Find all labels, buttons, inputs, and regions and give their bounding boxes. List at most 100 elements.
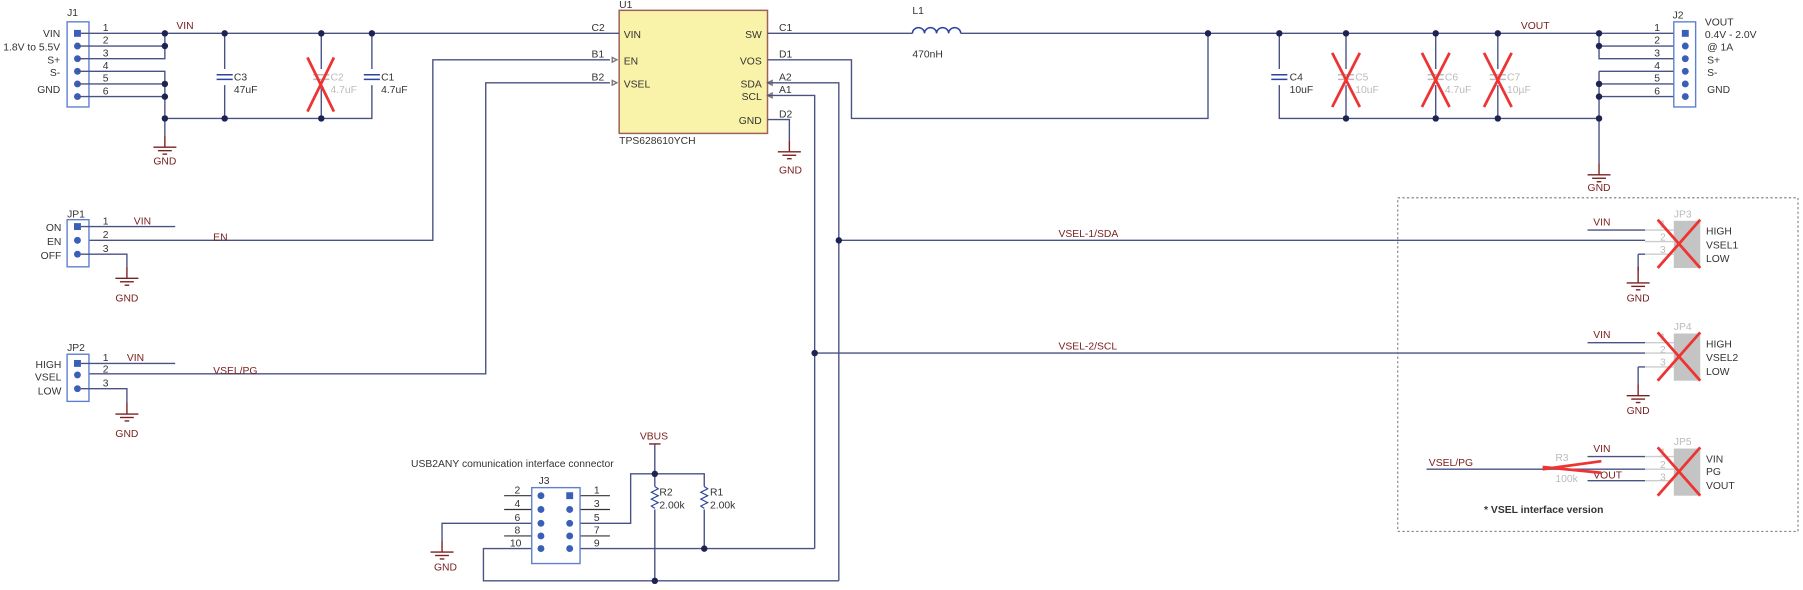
value: 10µF [1507, 85, 1531, 96]
net-label-gnd: GND [779, 166, 802, 177]
inductor-ref: L1 [912, 6, 924, 17]
part-number: TPS628610YCH [619, 136, 695, 147]
connector-j3: J3 2 4 6 8 10 1 3 5 7 9 [510, 476, 600, 565]
pin-number: A1 [779, 85, 792, 96]
inductor-l1 [911, 26, 962, 34]
jumper-jp2[interactable]: JP2 HIGH VSEL LOW 1 2 3 [35, 343, 109, 403]
pin-label: VSEL2 [1706, 353, 1738, 364]
net-label-gnd: GND [1627, 406, 1650, 417]
net-label-gnd: GND [153, 156, 176, 167]
ref: C7 [1507, 73, 1520, 84]
pin-label: VSEL [35, 373, 62, 384]
pin-number: 3 [1660, 473, 1666, 484]
net-label-gnd: GND [434, 562, 457, 573]
pin-number: C1 [779, 23, 792, 34]
pin-label: PG [1706, 467, 1721, 478]
pin-label: VIN [43, 29, 60, 40]
ref-label: R2 [659, 488, 672, 499]
ground-symbol [429, 539, 455, 560]
ground-symbol [1586, 162, 1612, 183]
pin-label: S+ [47, 55, 60, 66]
pin-label: 0.4V - 2.0V [1705, 30, 1757, 41]
capacitor-c1-value: 4.7uF [381, 85, 407, 96]
pin-number: D1 [779, 50, 792, 61]
pin-number: B2 [592, 73, 605, 84]
pin-label: LOW [38, 386, 62, 397]
value: 10uF [1355, 85, 1379, 96]
net-label-vin: VIN [1593, 217, 1610, 228]
pin-number: 2 [1660, 232, 1666, 243]
pin-name: VIN [624, 30, 641, 41]
pin-label: VOUT [1705, 17, 1734, 28]
net-label-vin: VIN [127, 353, 144, 364]
capacitor-c4-value: 10uF [1290, 85, 1314, 96]
pin-name: GND [739, 116, 762, 127]
pin-number: 1 [103, 23, 109, 34]
pin-number: 2 [103, 36, 109, 47]
net-label-vsel1-sda: VSEL-1/SDA [1058, 229, 1118, 240]
ref: C6 [1445, 73, 1458, 84]
net-label-vsel-pg: VSEL/PG [1429, 458, 1473, 469]
ground-symbol [114, 401, 140, 422]
net-label-vout: VOUT [1521, 21, 1550, 32]
pin-label: S- [50, 68, 60, 79]
pin-label: OFF [41, 251, 62, 262]
ground-symbol [114, 266, 140, 286]
jumper-jp5: JP5 1 2 3 VIN PG VOUT [1645, 437, 1735, 497]
net-label-en: EN [213, 232, 227, 243]
net-label-gnd: GND [1588, 183, 1611, 194]
ground-symbol [152, 135, 178, 155]
pin-number: 2 [103, 365, 109, 376]
net-label-vin: VIN [1593, 444, 1610, 455]
capacitor-c2-ref: C2 [330, 73, 343, 84]
pin-number: 6 [514, 513, 520, 524]
pin-label: VOUT [1706, 481, 1735, 492]
capacitor-c4-ref: C4 [1290, 73, 1303, 84]
capacitor-c7: C7 10µF [1482, 52, 1531, 108]
note-text: * VSEL interface version [1484, 505, 1603, 516]
jumper-jp3: JP3 1 2 3 HIGH VSEL1 LOW [1645, 209, 1738, 269]
pin-label: HIGH [1706, 227, 1732, 238]
pin-label: LOW [1706, 254, 1730, 265]
jumper-jp1[interactable]: JP1 ON EN OFF 1 2 3 [41, 209, 109, 268]
pin-label: ON [46, 223, 62, 234]
pin-number: C2 [592, 23, 605, 34]
pin-number: 3 [1660, 245, 1666, 256]
connector-j1: J1 1 2 3 4 5 6 VIN 1.8V to 5.5V S+ S- GN… [3, 8, 109, 108]
capacitor-c3-ref: C3 [234, 73, 247, 84]
pin-name: VOS [740, 56, 762, 67]
ref: C5 [1355, 73, 1368, 84]
pin-number: A2 [779, 73, 792, 84]
pin-number: 2 [1660, 460, 1666, 471]
pin-number: 4 [514, 499, 520, 510]
pin-label: S+ [1707, 55, 1720, 66]
pin-number: 6 [1654, 86, 1660, 97]
net-label-vbus: VBUS [640, 431, 668, 442]
pin-number: 2 [1660, 345, 1666, 356]
ref-label: R1 [710, 488, 723, 499]
jumper-jp4: JP4 1 2 3 HIGH VSEL2 LOW [1645, 322, 1738, 382]
net-label-vin: VIN [134, 216, 151, 227]
capacitor-c1-ref: C1 [381, 73, 394, 84]
pin-number: 3 [1654, 48, 1660, 59]
pin-label: HIGH [1706, 339, 1732, 350]
pin-number: 3 [103, 48, 109, 59]
resistor-r1: R1 2.00k [699, 486, 736, 511]
capacitor-c6: C6 4.7uF [1420, 52, 1471, 108]
ref-label: JP2 [67, 343, 85, 354]
pin-number: 3 [594, 499, 600, 510]
value-label: 2.00k [659, 500, 685, 511]
pin-number: 2 [1654, 36, 1660, 47]
ref-label: JP4 [1674, 322, 1692, 333]
pin-number: 10 [510, 538, 522, 549]
pin-number: 1 [103, 353, 109, 364]
pin-number: 2 [514, 485, 520, 496]
pin-number: B1 [592, 50, 605, 61]
pin-number: 9 [594, 538, 600, 549]
value: 4.7uF [1445, 85, 1471, 96]
ref-label: J3 [539, 476, 550, 487]
pin-number: 5 [594, 513, 600, 524]
ref-label: J2 [1673, 10, 1684, 21]
ref-label: JP3 [1674, 209, 1692, 220]
capacitor-c3-value: 47uF [234, 85, 258, 96]
